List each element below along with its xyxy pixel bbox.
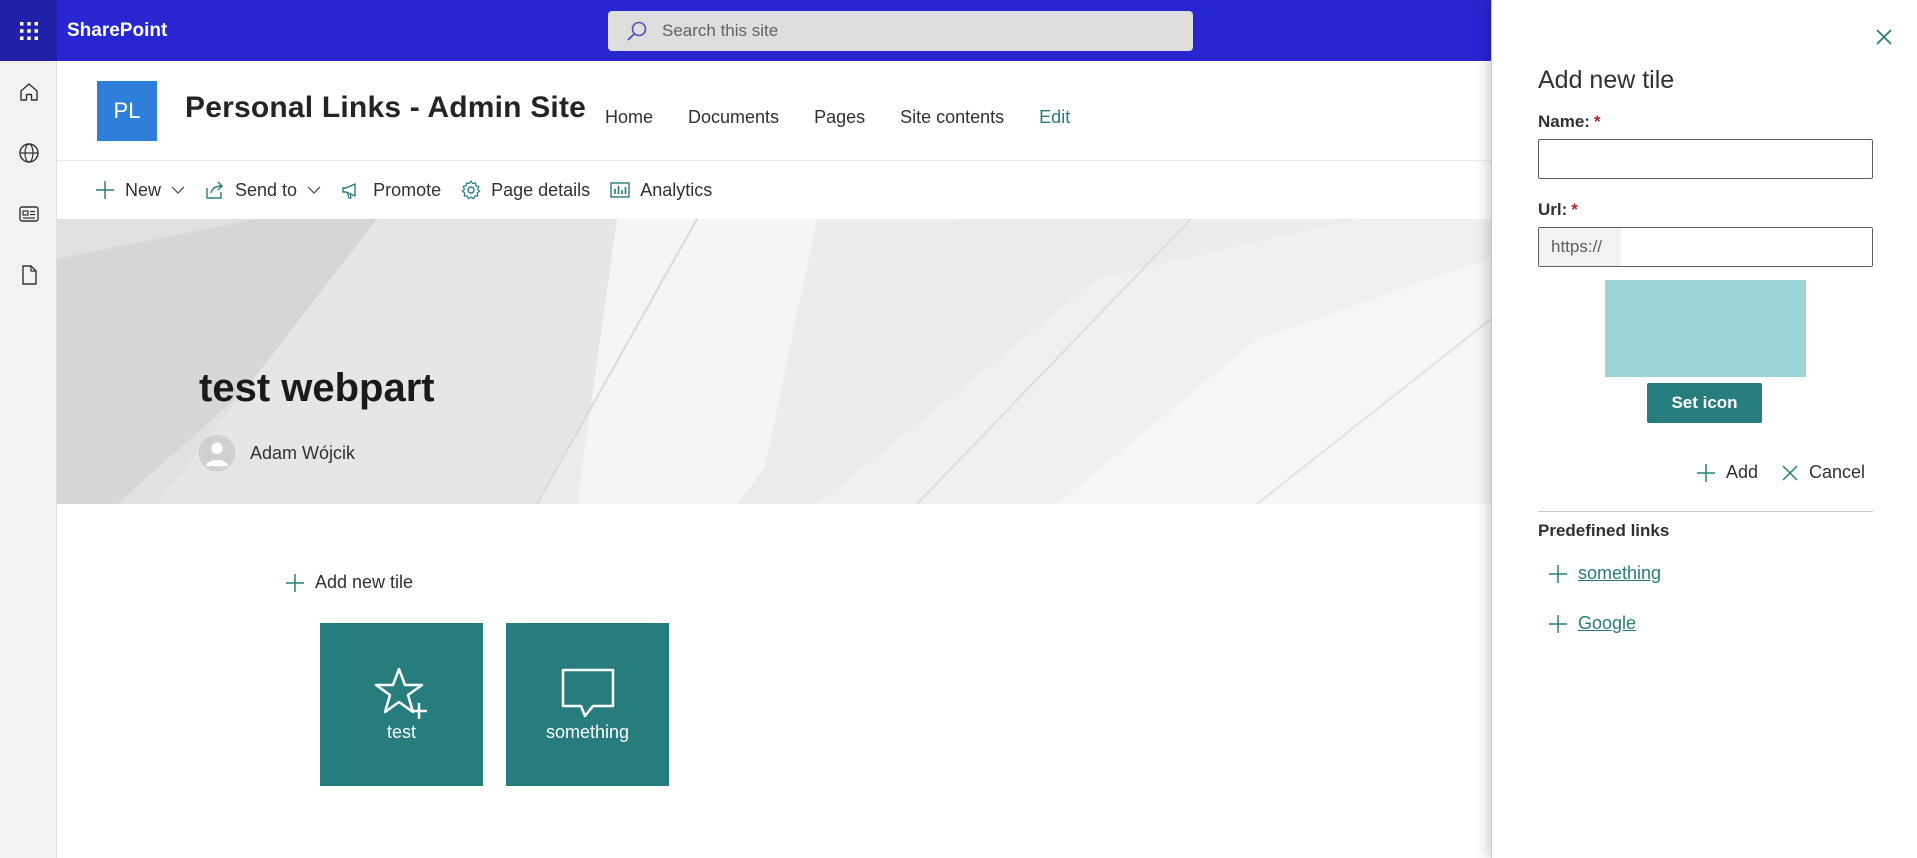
star-add-icon (374, 667, 427, 719)
share-icon (206, 181, 224, 199)
analytics-label: Analytics (640, 179, 713, 200)
chevron-down-icon (307, 186, 321, 194)
waffle-icon (19, 21, 38, 40)
panel-title: Add new tile (1538, 66, 1675, 94)
name-label-text: Name: (1538, 112, 1590, 131)
new-button[interactable]: New (95, 180, 185, 201)
page-author[interactable]: Adam Wójcik (199, 435, 355, 471)
required-marker: * (1593, 112, 1601, 131)
promote-button[interactable]: Promote (341, 180, 441, 201)
plus-icon (1697, 463, 1715, 482)
page-details-label: Page details (491, 179, 591, 200)
tile-label: test (386, 722, 416, 742)
tile-something[interactable]: something (506, 623, 669, 786)
add-button[interactable]: Add (1696, 462, 1758, 483)
required-marker: * (1571, 200, 1578, 219)
add-new-tile-label: Add new tile (315, 572, 414, 592)
name-field-label: Name: * (1538, 112, 1601, 132)
site-header: PL Personal Links - Admin Site Home Docu… (57, 61, 1491, 161)
predefined-links-heading: Predefined links (1538, 521, 1670, 540)
plus-icon (286, 573, 304, 592)
command-bar: New Send to Promote Page details Analyti… (57, 161, 1491, 219)
app-launcher-button[interactable] (0, 0, 57, 61)
url-prefix: https:// (1539, 228, 1621, 266)
nav-documents[interactable]: Documents (688, 107, 779, 128)
send-to-button[interactable]: Send to (205, 180, 321, 201)
add-tile-panel: Add new tile Name: * Url: * https:// Set i… (1491, 0, 1917, 858)
home-icon (19, 82, 38, 101)
set-icon-button[interactable]: Set icon (1647, 383, 1762, 423)
analytics-icon (610, 182, 630, 198)
predefined-link-something[interactable]: something (1548, 563, 1661, 584)
close-icon (1782, 464, 1798, 481)
chevron-down-icon (171, 186, 185, 194)
url-label-text: Url: (1538, 200, 1568, 219)
send-to-label: Send to (235, 179, 298, 200)
nav-home[interactable]: Home (605, 107, 653, 128)
person-icon (200, 436, 234, 470)
gear-icon (461, 180, 481, 200)
files-nav-button[interactable] (0, 244, 57, 305)
avatar (199, 435, 235, 471)
news-icon (18, 205, 39, 222)
tile-test[interactable]: test (320, 623, 483, 786)
plus-icon (1549, 614, 1567, 633)
url-input[interactable] (1621, 228, 1872, 266)
add-new-tile-button[interactable]: Add new tile (285, 572, 413, 593)
plus-icon (96, 181, 114, 199)
url-field: https:// (1538, 227, 1873, 267)
nav-edit[interactable]: Edit (1039, 107, 1070, 128)
page-title: test webpart (199, 366, 435, 410)
tile-color-preview[interactable] (1605, 280, 1806, 377)
predefined-link-google[interactable]: Google (1548, 613, 1636, 634)
predefined-link-label: something (1578, 563, 1662, 583)
author-name: Adam Wójcik (250, 442, 356, 463)
site-navigation: Home Documents Pages Site contents Edit (605, 107, 1105, 128)
site-logo[interactable]: PL (97, 81, 157, 141)
comment-icon (561, 668, 614, 718)
divider (1538, 511, 1873, 512)
left-app-bar (0, 61, 57, 858)
news-nav-button[interactable] (0, 183, 57, 244)
brand-name[interactable]: SharePoint (67, 0, 167, 61)
promote-label: Promote (373, 179, 442, 200)
predefined-link-label: Google (1578, 613, 1637, 633)
cancel-label: Cancel (1809, 462, 1866, 482)
globe-icon (18, 142, 39, 163)
new-label: New (125, 179, 162, 200)
nav-site-contents[interactable]: Site contents (900, 107, 1004, 128)
url-field-label: Url: * (1538, 200, 1578, 220)
analytics-button[interactable]: Analytics (610, 180, 712, 201)
add-label: Add (1726, 462, 1759, 482)
site-title[interactable]: Personal Links - Admin Site (185, 91, 586, 125)
cancel-button[interactable]: Cancel (1781, 462, 1865, 483)
nav-pages[interactable]: Pages (814, 107, 865, 128)
megaphone-icon (342, 183, 356, 199)
sites-nav-button[interactable] (0, 122, 57, 183)
search-icon (627, 21, 647, 41)
page-title-banner: test webpart Adam Wójcik (57, 219, 1491, 504)
search-placeholder: Search this site (662, 21, 779, 40)
name-input[interactable] (1538, 139, 1873, 179)
search-box[interactable]: Search this site (608, 11, 1193, 51)
home-nav-button[interactable] (0, 61, 57, 122)
document-icon (21, 264, 37, 285)
page-details-button[interactable]: Page details (461, 180, 590, 201)
tile-label: something (545, 722, 630, 742)
plus-icon (1549, 564, 1567, 583)
close-icon[interactable] (1873, 26, 1895, 48)
